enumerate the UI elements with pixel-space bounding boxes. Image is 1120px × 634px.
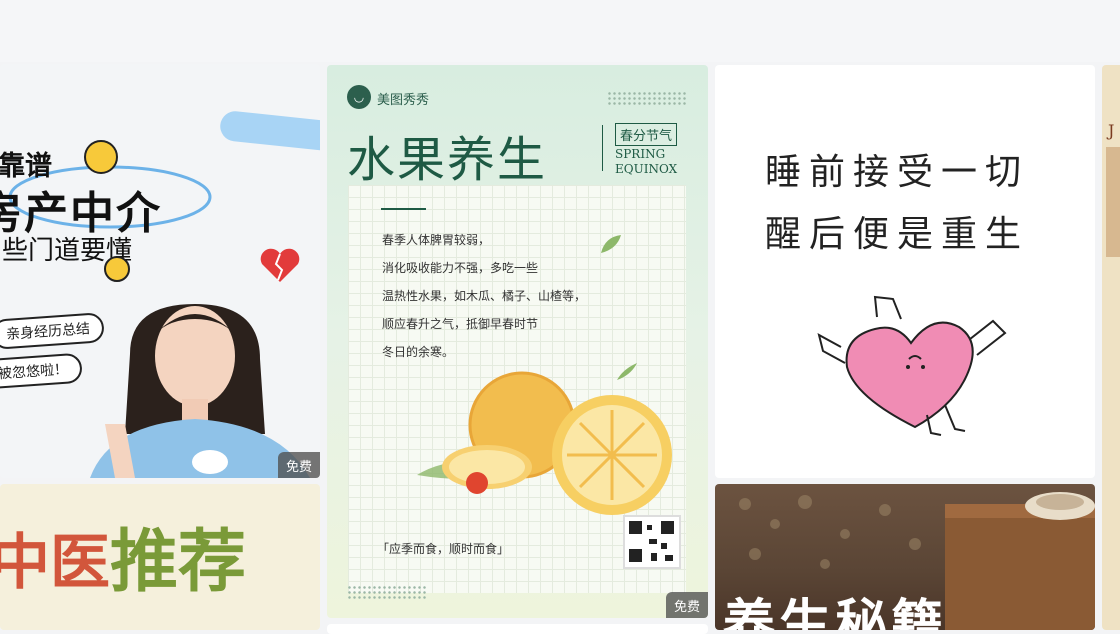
template-card-secret[interactable]: 养生秘籍 (715, 484, 1095, 630)
free-badge: 免费 (277, 452, 320, 478)
edge-letter: J (1108, 121, 1115, 140)
solar-term-tag: 春分节气 (615, 123, 678, 146)
leaf-icon (601, 235, 621, 253)
template-card-fruit[interactable]: ◡ 美图秀秀 水果养生 春分节气 SPRING EQUINOX 春季人体脾胃较弱… (327, 65, 708, 618)
qr-code (623, 515, 681, 569)
poster-footer: 「应季而食，顺时而食」 (377, 542, 510, 556)
top-toolbar (0, 0, 1120, 62)
brand-name: 美图秀秀 (377, 93, 430, 108)
template-card-tcm[interactable]: 中医 推荐 (0, 484, 320, 630)
heart-character-illustration (817, 295, 1007, 436)
quote-line1: 睡前接受一切 (765, 152, 1030, 193)
quote-line2: 醒后便是重生 (765, 214, 1030, 255)
woman-photo (90, 304, 310, 478)
template-card-quote[interactable]: 睡前接受一切 醒后便是重生 (715, 65, 1095, 478)
dots-decor-bottom (347, 585, 427, 599)
template-card-next[interactable] (327, 624, 708, 634)
title-divider (602, 125, 603, 171)
meitu-logo-icon: ◡ (347, 85, 371, 109)
free-badge: 免费 (665, 592, 708, 618)
tcm-red-heading: 中医 (0, 528, 110, 598)
tcm-green-heading: 推荐 (110, 523, 247, 602)
template-card-partial[interactable]: J (1102, 65, 1120, 630)
oranges-illustration (417, 363, 672, 515)
accent-line (381, 208, 426, 210)
template-card-realestate[interactable]: 靠谱 房产中介 些门道要懂 亲身经历总结 被忽悠啦！ 免费 (0, 64, 320, 478)
poster-title: 水果养生 (347, 132, 548, 188)
emoji-hands-icon (84, 140, 118, 174)
secret-title: 养生秘籍 (723, 594, 948, 630)
edge-decor (1106, 147, 1120, 257)
dots-decor (607, 91, 687, 105)
decor-stroke (218, 109, 320, 153)
english-subtitle: SPRING EQUINOX (615, 147, 678, 176)
